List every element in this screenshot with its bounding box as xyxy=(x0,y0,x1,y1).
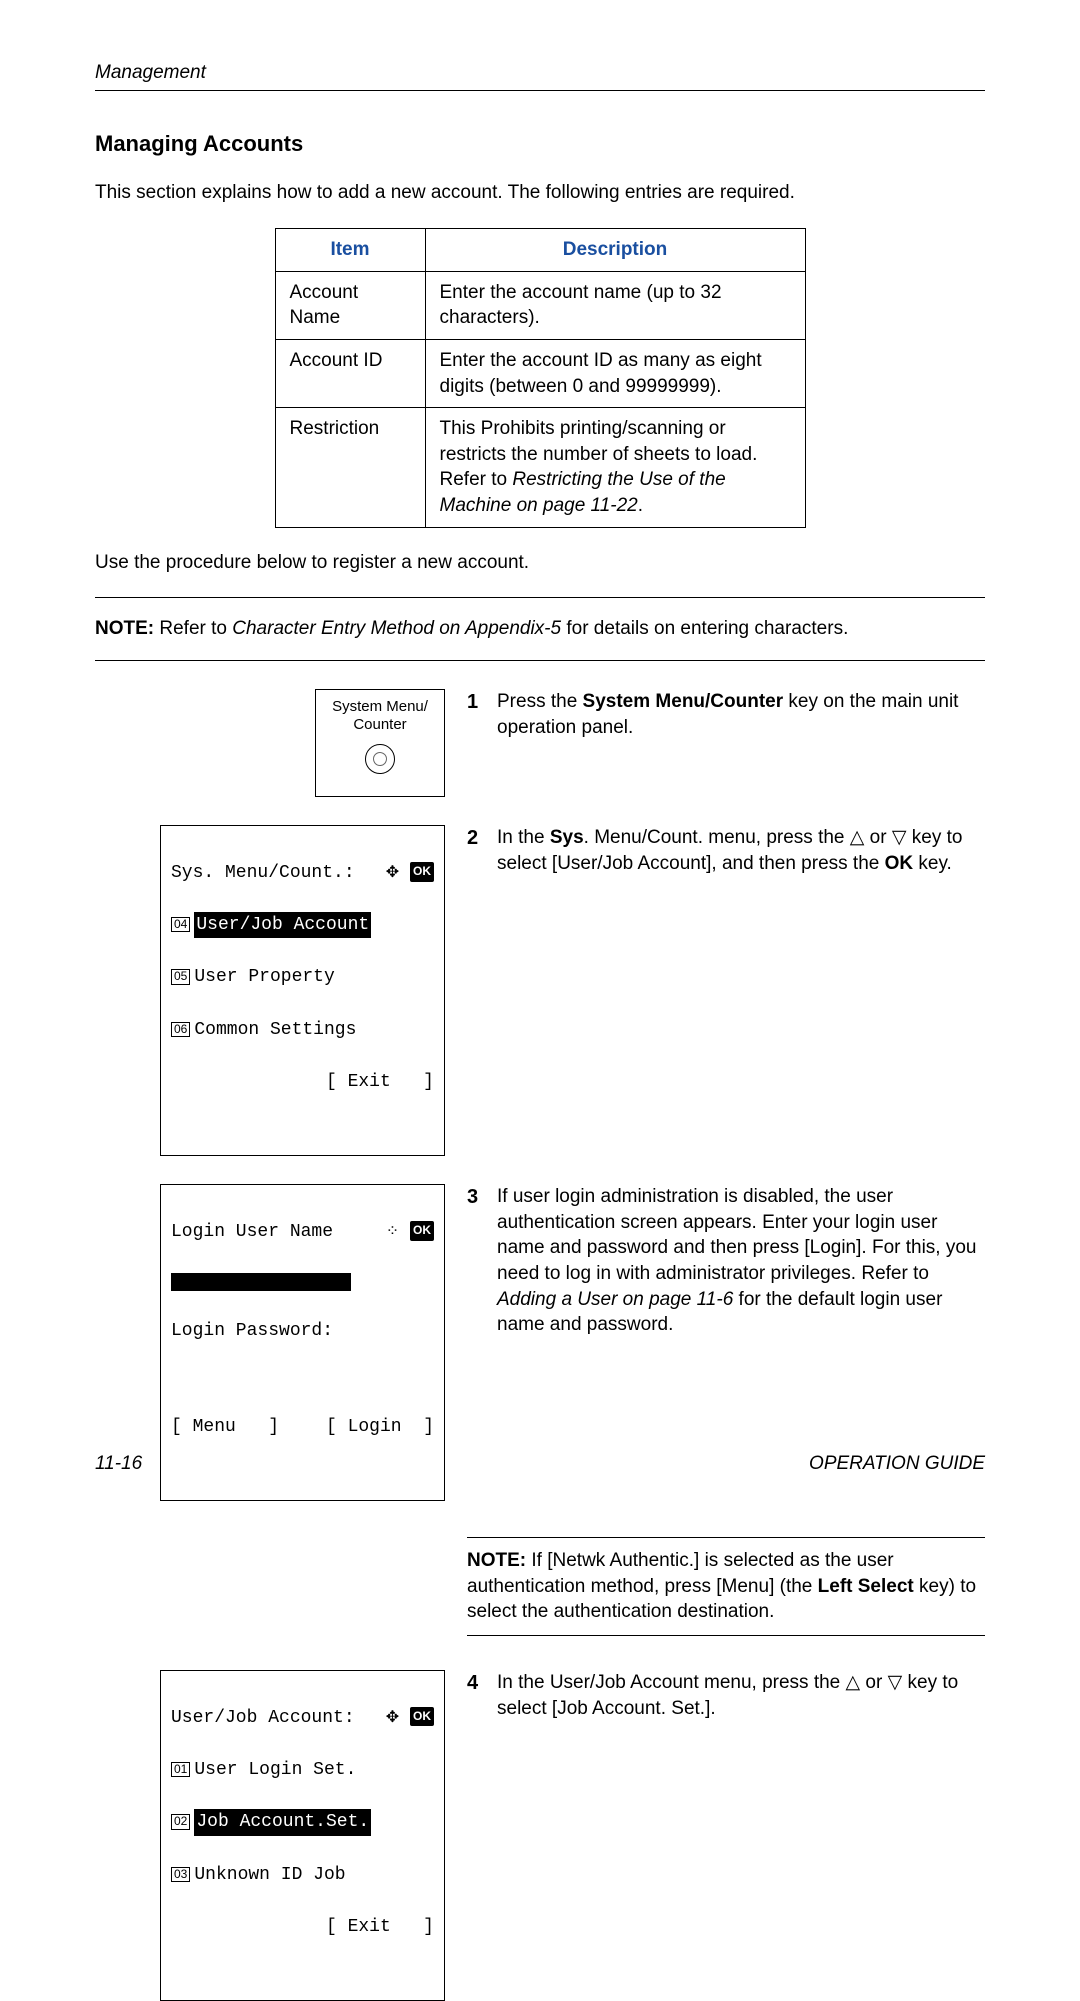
ok-icon: OK xyxy=(410,862,434,881)
softkey-exit: Exit xyxy=(348,1917,391,1937)
note-rule-bottom xyxy=(95,660,985,661)
row-num: 06 xyxy=(171,1022,190,1037)
t: If user login administration is disabled… xyxy=(497,1186,977,1284)
t: or xyxy=(860,1672,887,1693)
t: In the User/Job Account menu, press the xyxy=(497,1672,846,1693)
table-row: Account Name Enter the account name (up … xyxy=(275,271,805,339)
system-menu-key: System Menu/ Counter xyxy=(315,689,445,797)
lcd-row: User Property xyxy=(194,967,334,987)
row-num: 01 xyxy=(171,1762,190,1777)
table-row: Account ID Enter the account ID as many … xyxy=(275,339,805,407)
cell-desc: This Prohibits printing/scanning or rest… xyxy=(425,408,805,528)
table-row: Restriction This Prohibits printing/scan… xyxy=(275,408,805,528)
lcd-row-selected: User/Job Account xyxy=(194,912,371,938)
note-inline: NOTE: If [Netwk Authentic.] is selected … xyxy=(467,1537,985,1636)
step-text: In the User/Job Account menu, press the … xyxy=(497,1670,985,1721)
nav-icon: ✥ xyxy=(386,864,399,882)
note-ref: Character Entry Method on Appendix-5 xyxy=(232,618,561,639)
key-label-line2: Counter xyxy=(316,716,444,734)
nav-icon: ✥ xyxy=(386,1709,399,1727)
cell-item: Restriction xyxy=(275,408,425,528)
note-label: NOTE: xyxy=(467,1550,526,1571)
down-triangle-icon: ▽ xyxy=(888,1672,903,1693)
items-table: Item Description Account Name Enter the … xyxy=(275,228,806,528)
t: Adding a User on page 11-6 xyxy=(497,1289,733,1310)
lcd-row: User Login Set. xyxy=(194,1760,356,1780)
t: In the xyxy=(497,827,550,848)
note-main: NOTE: Refer to Character Entry Method on… xyxy=(95,616,985,642)
row-num: 02 xyxy=(171,1814,190,1829)
row-num: 04 xyxy=(171,917,190,932)
th-description: Description xyxy=(425,228,805,271)
up-triangle-icon: △ xyxy=(850,827,865,848)
softkey-login: Login xyxy=(348,1417,402,1437)
t: Press the xyxy=(497,691,583,712)
step-number: 2 xyxy=(467,825,485,876)
row-num: 05 xyxy=(171,969,190,984)
lcd-password-label: Login Password: xyxy=(171,1318,434,1344)
section-title: Managing Accounts xyxy=(95,129,985,159)
t: System Menu/Counter xyxy=(583,691,784,712)
key-label-line1: System Menu/ xyxy=(316,698,444,716)
down-triangle-icon: ▽ xyxy=(892,827,907,848)
desc-post: . xyxy=(638,495,643,516)
softkey-exit: Exit xyxy=(348,1072,391,1092)
ok-icon: OK xyxy=(410,1707,434,1726)
lcd-title: User/Job Account: xyxy=(171,1705,355,1731)
t: or xyxy=(864,827,891,848)
intro-text: This section explains how to add a new a… xyxy=(95,180,985,206)
cell-item: Account ID xyxy=(275,339,425,407)
step-text: Press the System Menu/Counter key on the… xyxy=(497,689,985,740)
login-username-field xyxy=(171,1273,351,1291)
note-post: for details on entering characters. xyxy=(561,618,848,639)
note-label: NOTE: xyxy=(95,618,154,639)
t: Left Select xyxy=(818,1576,914,1597)
step-number: 3 xyxy=(467,1184,485,1338)
t: . Menu/Count. menu, press the xyxy=(584,827,850,848)
t: Sys xyxy=(550,827,584,848)
note-rule-top xyxy=(95,597,985,598)
softkey-menu: Menu xyxy=(193,1417,236,1437)
cell-desc: Enter the account ID as many as eight di… xyxy=(425,339,805,407)
step-text: In the Sys. Menu/Count. menu, press the … xyxy=(497,825,985,876)
lcd-title: Sys. Menu/Count.: xyxy=(171,860,355,886)
lcd-row: Unknown ID Job xyxy=(194,1865,345,1885)
key-button-icon xyxy=(365,744,395,774)
step-text: If user login administration is disabled… xyxy=(497,1184,985,1338)
header-topic: Management xyxy=(95,60,985,86)
cell-desc: Enter the account name (up to 32 charact… xyxy=(425,271,805,339)
lcd-sys-menu: Sys. Menu/Count.: ✥ OK 04 User/Job Account… xyxy=(160,825,445,1156)
up-triangle-icon: △ xyxy=(846,1672,861,1693)
lcd-row: Common Settings xyxy=(194,1020,356,1040)
step-number: 4 xyxy=(467,1670,485,1721)
note-pre: Refer to xyxy=(154,618,232,639)
cell-item: Account Name xyxy=(275,271,425,339)
th-item: Item xyxy=(275,228,425,271)
step-number: 1 xyxy=(467,689,485,740)
procedure-intro: Use the procedure below to register a ne… xyxy=(95,550,985,576)
t: key. xyxy=(913,853,952,874)
ok-icon: OK xyxy=(410,1221,434,1240)
nav-icon: ⁘ xyxy=(386,1223,399,1241)
lcd-title: Login User Name xyxy=(171,1219,333,1245)
footer-guide: OPERATION GUIDE xyxy=(809,1451,985,1477)
header-rule xyxy=(95,90,985,91)
lcd-user-job-account: User/Job Account:✥ OK 01User Login Set. … xyxy=(160,1670,445,2001)
page-number: 11-16 xyxy=(95,1451,142,1477)
row-num: 03 xyxy=(171,1867,190,1882)
lcd-row-selected: Job Account.Set. xyxy=(194,1809,371,1835)
t: OK xyxy=(885,853,914,874)
